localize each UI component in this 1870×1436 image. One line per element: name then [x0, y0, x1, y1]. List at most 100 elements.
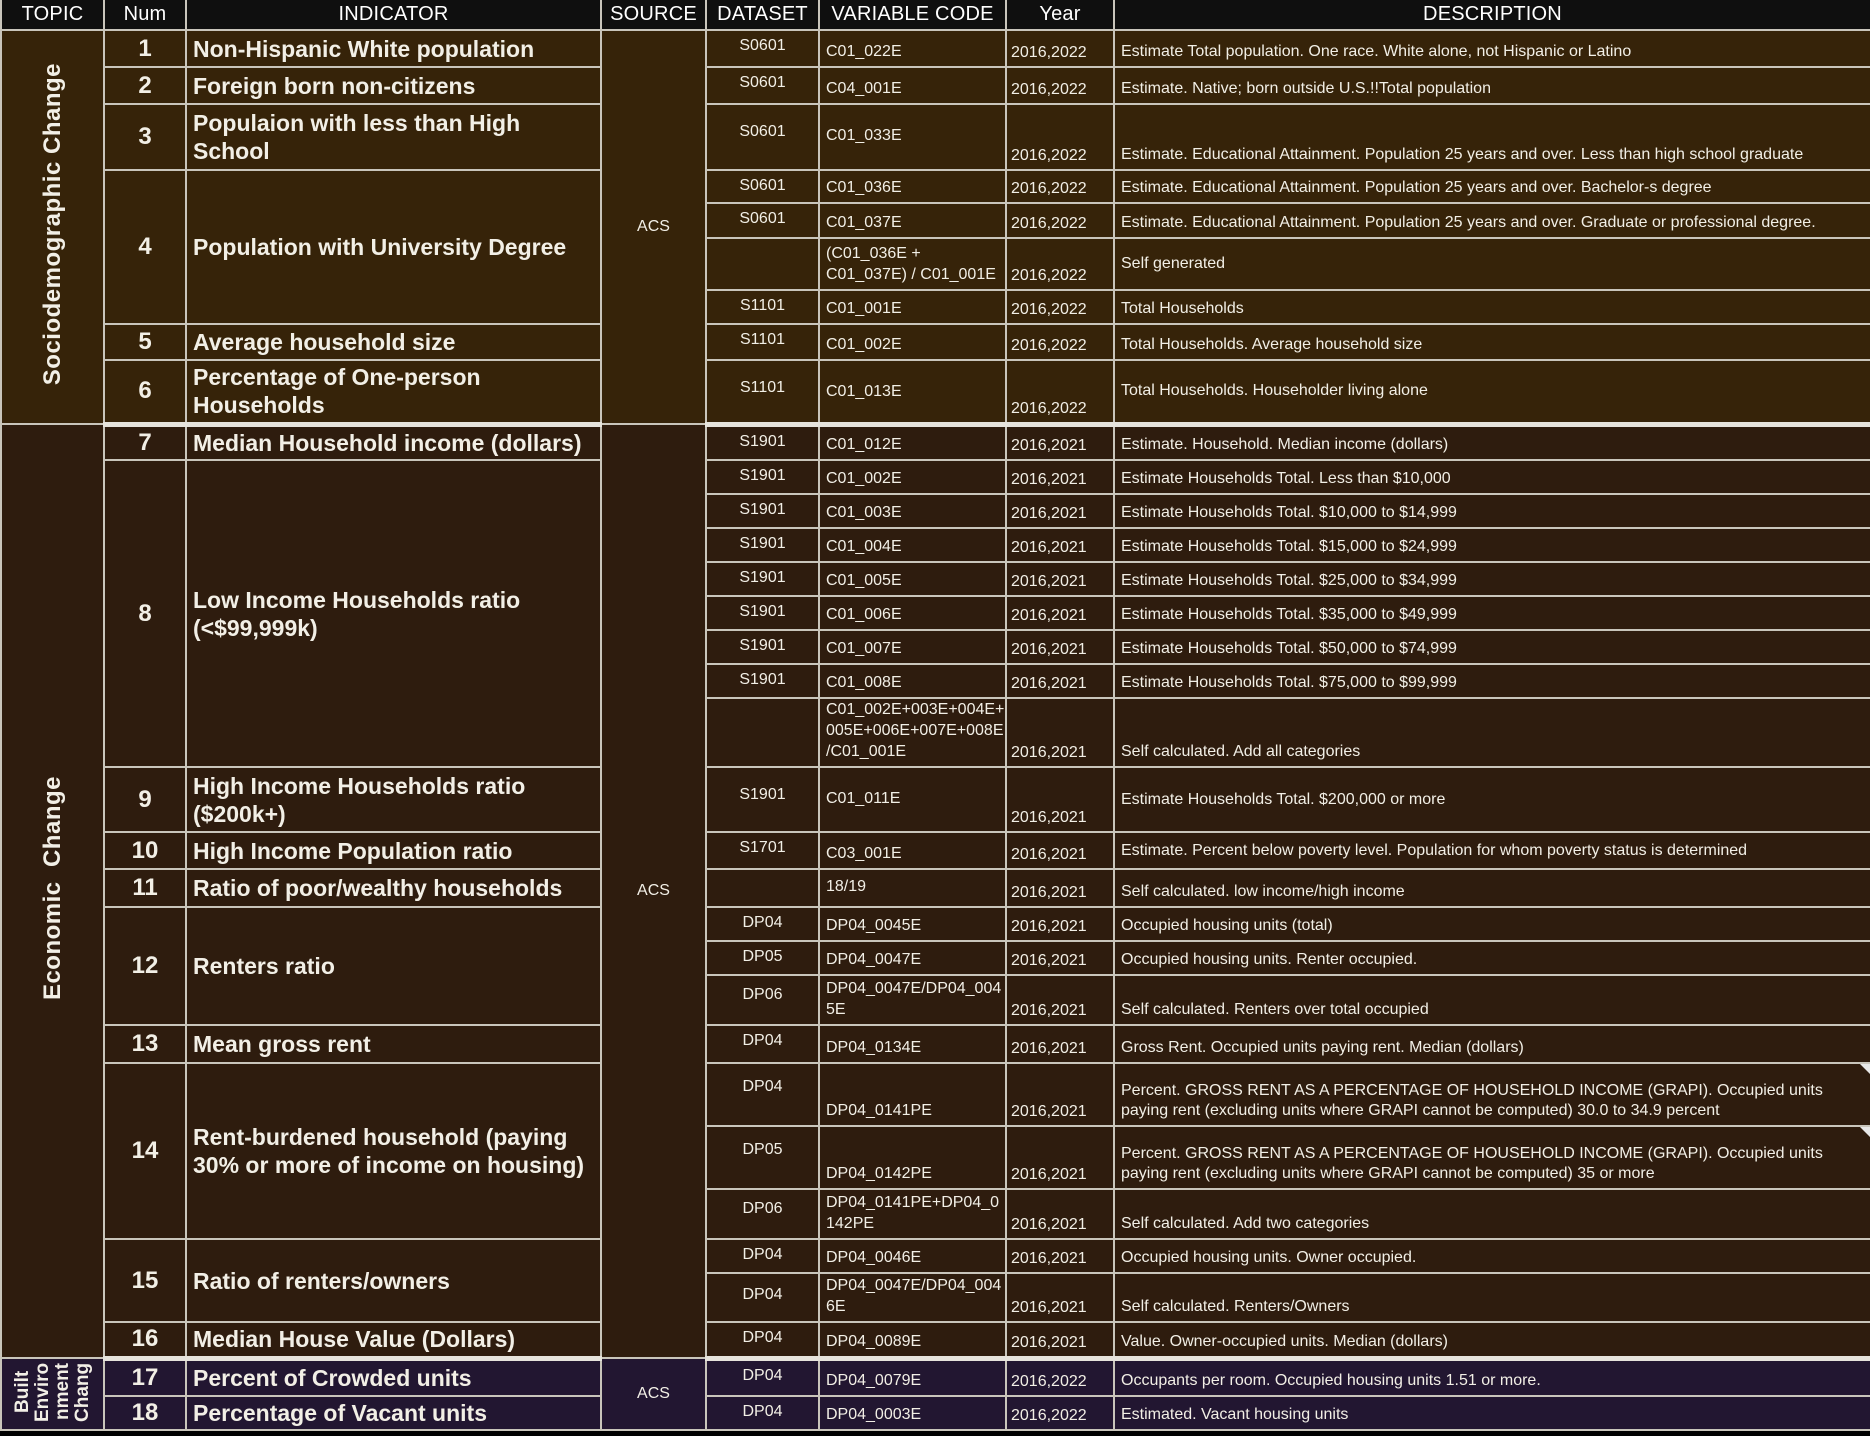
variable-code-cell: C03_001E	[818, 831, 1007, 870]
indicator-table: TOPIC Num INDICATOR SOURCE DATASET VARIA…	[0, 0, 1870, 1431]
description-cell: Estimate. Educational Attainment. Popula…	[1113, 103, 1870, 171]
table-row: 15 Ratio of renters/owners DP04 DP04_004…	[1, 1238, 1870, 1323]
indicator-num: 14	[103, 1062, 187, 1240]
header-row: TOPIC Num INDICATOR SOURCE DATASET VARIA…	[0, 0, 1870, 31]
col-header-source[interactable]: SOURCE	[600, 0, 707, 31]
indicator-name: Rent-burdened household (paying 30% or m…	[185, 1062, 602, 1240]
description-cell: Value. Owner-occupied units. Median (dol…	[1113, 1321, 1870, 1361]
dataset-cell: S1101	[705, 359, 820, 427]
dataset-cell: DP04	[705, 1321, 820, 1361]
year-cell: 2016,2022	[1005, 289, 1115, 325]
variable-code-cell: DP04_0047E/DP04_004 6E	[818, 1272, 1007, 1323]
variable-code-cell: C01_008E	[818, 663, 1007, 699]
indicator-name: Percentage of One-person Households	[185, 359, 602, 427]
col-header-num[interactable]: Num	[103, 0, 187, 31]
description-cell: Self calculated. Renters/Owners	[1113, 1272, 1870, 1323]
topic-label: Built Enviro nment Chang	[11, 1361, 93, 1422]
col-header-variable-code[interactable]: VARIABLE CODE	[818, 0, 1007, 31]
indicator-num: 13	[103, 1024, 187, 1064]
variable-code-cell: 18/19	[818, 868, 1007, 908]
table-row: 5 Average household size S1101 C01_002E …	[1, 323, 1870, 361]
indicator-num: 1	[103, 29, 187, 68]
variable-code-cell: C01_005E	[818, 561, 1007, 597]
dataset-cell: S0601	[705, 169, 820, 204]
description-cell: Total Households. Average household size	[1113, 323, 1870, 361]
description-cell: Estimated. Vacant housing units	[1113, 1395, 1870, 1431]
year-cell: 2016,2021	[1005, 1238, 1115, 1274]
description-cell: Occupied housing units (total)	[1113, 906, 1870, 942]
description-cell: Estimate Households Total. $75,000 to $9…	[1113, 663, 1870, 699]
dataset-cell: S1101	[705, 323, 820, 361]
description-cell: Occupied housing units. Owner occupied.	[1113, 1238, 1870, 1274]
year-cell: 2016,2022	[1005, 29, 1115, 68]
topic-label: Economic Change	[38, 776, 66, 1001]
variable-code-cell: DP04_0141PE+DP04_0 142PE	[818, 1188, 1007, 1240]
indicator-num: 5	[103, 323, 187, 361]
year-cell: 2016,2022	[1005, 66, 1115, 105]
year-cell: 2016,2021	[1005, 493, 1115, 529]
variable-code-cell: C01_007E	[818, 629, 1007, 665]
description-cell: Occupied housing units. Renter occupied.	[1113, 940, 1870, 976]
col-header-description[interactable]: DESCRIPTION	[1113, 0, 1870, 31]
col-header-dataset[interactable]: DATASET	[705, 0, 820, 31]
year-cell: 2016,2021	[1005, 697, 1115, 768]
indicator-num: 16	[103, 1321, 187, 1361]
indicator-num: 10	[103, 831, 187, 870]
description-cell: Self calculated. low income/high income	[1113, 868, 1870, 908]
dataset-cell: S1901	[705, 527, 820, 563]
indicator-name: Median Household income (dollars)	[185, 423, 602, 461]
table-row: 6 Percentage of One-person Households S1…	[1, 359, 1870, 427]
indicator-name: Renters ratio	[185, 906, 602, 1026]
table-row: 3 Populaion with less than High School S…	[1, 103, 1870, 171]
table-row: 4 Population with University Degree S060…	[1, 169, 1870, 325]
indicator-name: Ratio of poor/wealthy households	[185, 868, 602, 908]
year-cell: 2016,2021	[1005, 629, 1115, 665]
indicator-name: Median House Value (Dollars)	[185, 1321, 602, 1361]
indicator-name: Foreign born non-citizens	[185, 66, 602, 105]
year-cell: 2016,2021	[1005, 1024, 1115, 1064]
col-header-topic[interactable]: TOPIC	[0, 0, 105, 31]
col-header-year[interactable]: Year	[1005, 0, 1115, 31]
table-row: 13 Mean gross rent DP04 DP04_0134E 2016,…	[1, 1024, 1870, 1064]
dataset-cell: S1101	[705, 289, 820, 325]
description-cell: Estimate. Educational Attainment. Popula…	[1113, 169, 1870, 204]
variable-code-cell: C01_022E	[818, 29, 1007, 68]
indicator-num: 7	[103, 423, 187, 461]
dataset-cell: DP05	[705, 1125, 820, 1190]
dataset-cell: S1901	[705, 766, 820, 833]
indicator-num: 15	[103, 1238, 187, 1323]
indicator-num: 17	[103, 1357, 187, 1397]
variable-code-cell: C01_001E	[818, 289, 1007, 325]
dataset-cell: S1901	[705, 629, 820, 665]
indicator-num: 3	[103, 103, 187, 171]
year-cell: 2016,2021	[1005, 663, 1115, 699]
variable-code-cell: DP04_0142PE	[818, 1125, 1007, 1190]
dataset-cell: DP04	[705, 1024, 820, 1064]
variable-code-cell: DP04_0046E	[818, 1238, 1007, 1274]
indicator-num: 11	[103, 868, 187, 908]
description-cell: Estimate Households Total. Less than $10…	[1113, 459, 1870, 495]
comment-indicator-icon[interactable]	[1860, 1128, 1869, 1137]
table-row: 18 Percentage of Vacant units DP04 DP04_…	[1, 1395, 1870, 1431]
variable-code-cell: DP04_0003E	[818, 1395, 1007, 1431]
indicator-name: Average household size	[185, 323, 602, 361]
year-cell: 2016,2021	[1005, 561, 1115, 597]
year-cell: 2016,2021	[1005, 940, 1115, 976]
description-cell: Self calculated. Add all categories	[1113, 697, 1870, 768]
dataset-cell: S1901	[705, 595, 820, 631]
indicator-num: 4	[103, 169, 187, 325]
year-cell: 2016,2021	[1005, 527, 1115, 563]
comment-indicator-icon[interactable]	[1860, 1065, 1869, 1074]
col-header-indicator[interactable]: INDICATOR	[185, 0, 602, 31]
description-cell: Estimate Households Total. $50,000 to $7…	[1113, 629, 1870, 665]
description-cell: Occupants per room. Occupied housing uni…	[1113, 1357, 1870, 1397]
description-cell: Estimate. Educational Attainment. Popula…	[1113, 202, 1870, 239]
variable-code-cell: C01_033E	[818, 103, 1007, 171]
variable-code-cell: C01_002E	[818, 323, 1007, 361]
year-cell: 2016,2022	[1005, 202, 1115, 239]
year-cell: 2016,2021	[1005, 974, 1115, 1026]
indicator-name: Ratio of renters/owners	[185, 1238, 602, 1323]
table-row: 12 Renters ratio DP04 DP04_0045E 2016,20…	[1, 906, 1870, 1026]
variable-code-cell: C01_011E	[818, 766, 1007, 833]
dataset-cell: S1701	[705, 831, 820, 870]
